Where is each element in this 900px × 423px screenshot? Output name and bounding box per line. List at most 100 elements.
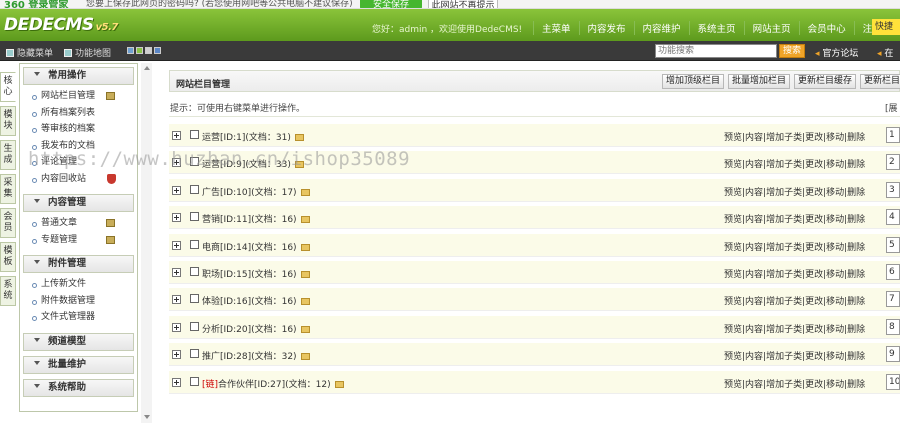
sidebar-item[interactable]: 普通文章: [20, 215, 137, 232]
sidebar-item[interactable]: 网站栏目管理: [20, 88, 137, 105]
topnav-item[interactable]: 内容发布: [578, 21, 634, 35]
topnav-item[interactable]: 内容维护: [633, 21, 689, 35]
sidebar-item[interactable]: 附件数据管理: [20, 293, 137, 310]
expand-plus-icon[interactable]: [172, 377, 181, 387]
sort-order-input[interactable]: 6: [886, 264, 900, 280]
module-tab[interactable]: 系统: [0, 276, 16, 306]
scroll-down-icon[interactable]: [144, 415, 150, 419]
update-category-cache-button[interactable]: 更新栏目缓存: [794, 74, 857, 89]
hide-menu-button[interactable]: 隐藏菜单: [6, 46, 53, 59]
row-checkbox[interactable]: [190, 184, 199, 194]
sidebar-item[interactable]: 等审核的档案: [20, 121, 137, 138]
row-actions[interactable]: 预览|内容|增加子类|更改|移动|删除: [724, 130, 865, 143]
category-name[interactable]: 营销[ID:11](文档：16): [202, 212, 310, 225]
sort-order-input[interactable]: 10: [886, 373, 900, 390]
expand-plus-icon[interactable]: [172, 322, 181, 332]
sidebar-item[interactable]: 文件式管理器: [20, 309, 137, 326]
sidebar-scrollbar[interactable]: [141, 63, 152, 423]
module-tab[interactable]: 生成: [0, 140, 16, 170]
category-name[interactable]: 分析[ID:20](文档：16): [202, 322, 310, 335]
sidebar-item[interactable]: 专题管理: [20, 232, 137, 249]
category-name[interactable]: 推广[ID:28](文档：32): [202, 349, 310, 362]
sidebar-section-header[interactable]: 常用操作: [23, 67, 134, 85]
row-actions[interactable]: 预览|内容|增加子类|更改|移动|删除: [724, 212, 865, 225]
sidebar-item[interactable]: 上传新文件: [20, 276, 137, 293]
quick-menu-button[interactable]: 快捷: [872, 19, 900, 35]
sort-order-input[interactable]: 5: [886, 236, 900, 253]
row-checkbox[interactable]: [190, 157, 199, 167]
category-name[interactable]: 职场[ID:15](文档：16): [202, 267, 310, 280]
no-more-prompt-button[interactable]: 此网站不再提示: [428, 0, 498, 8]
row-actions[interactable]: 预览|内容|增加子类|更改|移动|删除: [724, 185, 865, 198]
module-tab[interactable]: 模块: [0, 106, 16, 136]
sort-order-input[interactable]: 1: [886, 127, 900, 143]
sidebar-section-header[interactable]: 频道模型: [23, 332, 134, 351]
sidebar-item[interactable]: 评论管理: [20, 154, 137, 171]
expand-plus-icon[interactable]: [172, 295, 181, 305]
row-actions[interactable]: 预览|内容|增加子类|更改|移动|删除: [724, 377, 865, 390]
theme-swatch[interactable]: [154, 47, 161, 54]
module-tab[interactable]: 采集: [0, 174, 16, 204]
sidebar-section-header[interactable]: 系统帮助: [23, 378, 134, 397]
row-checkbox[interactable]: [190, 130, 199, 139]
row-actions[interactable]: 预览|内容|增加子类|更改|移动|删除: [724, 294, 865, 307]
function-map-button[interactable]: 功能地图: [64, 46, 111, 59]
sort-order-input[interactable]: 8: [886, 318, 900, 335]
category-name[interactable]: 电商[ID:14](文档：16): [202, 240, 310, 253]
row-checkbox[interactable]: [190, 376, 199, 386]
expand-plus-icon[interactable]: [172, 240, 181, 250]
topnav-item[interactable]: 主菜单: [533, 21, 579, 35]
sidebar-item[interactable]: 所有档案列表: [20, 105, 137, 122]
function-search-input[interactable]: [655, 44, 777, 58]
expand-plus-icon[interactable]: [172, 158, 181, 168]
expand-plus-icon[interactable]: [172, 268, 181, 277]
row-actions[interactable]: 预览|内容|增加子类|更改|移动|删除: [724, 240, 865, 253]
trash-icon[interactable]: [107, 173, 116, 184]
category-name[interactable]: 运营[ID:9](文档：33): [202, 157, 304, 170]
sort-order-input[interactable]: 7: [886, 291, 900, 308]
row-actions[interactable]: 预览|内容|增加子类|更改|移动|删除: [724, 322, 865, 335]
category-name[interactable]: 运营[ID:1](文档：31): [202, 130, 304, 143]
batch-add-category-button[interactable]: 批量增加栏目: [728, 74, 791, 89]
search-button[interactable]: 搜索: [779, 44, 805, 58]
add-top-category-button[interactable]: 增加顶级栏目: [662, 74, 725, 89]
module-tab[interactable]: 核心: [0, 72, 16, 102]
module-tab[interactable]: 模板: [0, 242, 16, 272]
theme-swatch[interactable]: [127, 47, 134, 54]
expand-plus-icon[interactable]: [172, 350, 181, 360]
sidebar-section-header[interactable]: 批量维护: [23, 355, 134, 374]
topnav-item[interactable]: 网站主页: [743, 21, 799, 35]
category-name[interactable]: [链]合作伙伴[ID:27](文档：12): [202, 377, 344, 390]
row-checkbox[interactable]: [190, 239, 199, 249]
scroll-up-icon[interactable]: [144, 66, 150, 70]
expand-link[interactable]: [展: [885, 101, 898, 114]
expand-plus-icon[interactable]: [172, 185, 181, 195]
theme-swatch[interactable]: [145, 47, 152, 54]
add-icon[interactable]: [106, 92, 115, 100]
row-actions[interactable]: 预览|内容|增加子类|更改|移动|删除: [724, 157, 865, 170]
theme-swatch[interactable]: [136, 47, 143, 54]
row-checkbox[interactable]: [190, 321, 199, 331]
update-category-button[interactable]: 更新栏目: [860, 74, 900, 89]
sort-order-input[interactable]: 4: [886, 209, 900, 226]
sidebar-item[interactable]: 内容回收站: [20, 171, 137, 188]
other-link[interactable]: ◂ 在: [877, 46, 893, 59]
add-icon[interactable]: [106, 235, 115, 244]
row-actions[interactable]: 预览|内容|增加子类|更改|移动|删除: [724, 267, 865, 280]
sidebar-section-header[interactable]: 附件管理: [23, 255, 134, 273]
row-checkbox[interactable]: [190, 267, 199, 276]
expand-plus-icon[interactable]: [172, 131, 181, 140]
add-icon[interactable]: [106, 219, 115, 227]
row-checkbox[interactable]: [190, 294, 199, 304]
module-tab[interactable]: 会员: [0, 208, 16, 238]
sort-order-input[interactable]: 9: [886, 346, 900, 363]
category-name[interactable]: 体验[ID:16](文档：16): [202, 294, 310, 307]
row-checkbox[interactable]: [190, 349, 199, 359]
row-checkbox[interactable]: [190, 212, 199, 222]
safe-save-button[interactable]: 安全保存: [360, 0, 422, 8]
expand-plus-icon[interactable]: [172, 213, 181, 223]
topnav-item[interactable]: 会员中心: [798, 21, 854, 35]
official-forum-link[interactable]: ◂ 官方论坛: [815, 46, 858, 59]
sidebar-section-header[interactable]: 内容管理: [23, 194, 134, 212]
row-actions[interactable]: 预览|内容|增加子类|更改|移动|删除: [724, 349, 865, 362]
